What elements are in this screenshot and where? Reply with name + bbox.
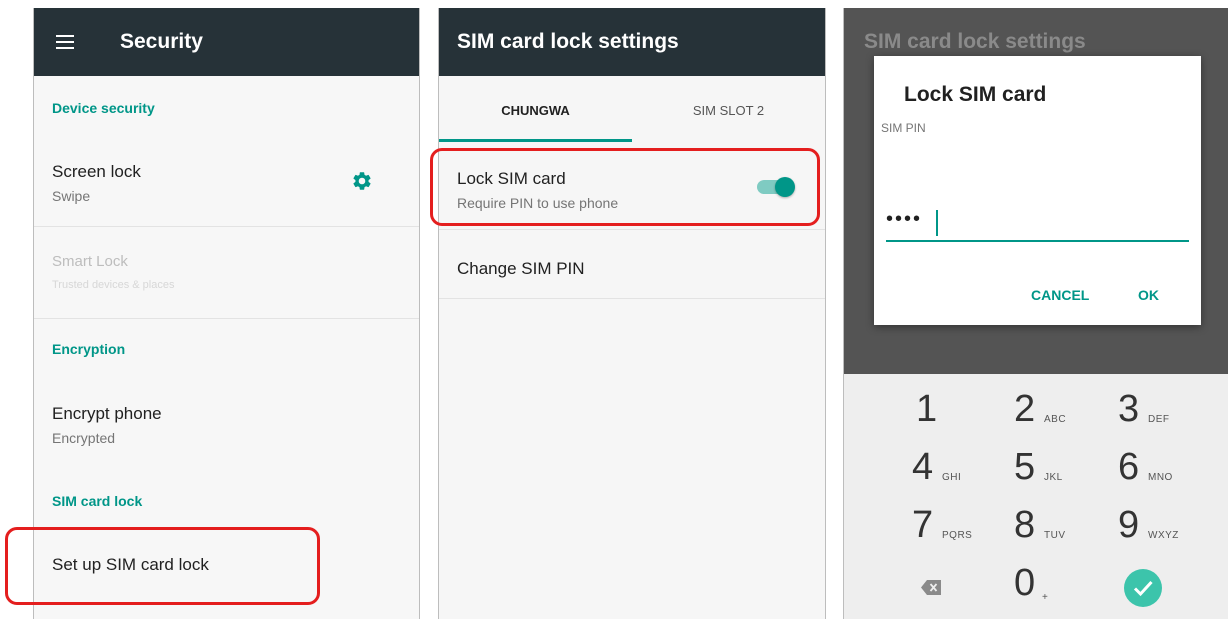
key-letters: ABC <box>1044 414 1067 425</box>
page-title: SIM card lock settings <box>457 30 679 53</box>
sim-tabs: CHUNGWA SIM SLOT 2 <box>439 76 825 142</box>
key-letters: + <box>1042 592 1049 603</box>
divider <box>34 318 419 319</box>
divider <box>439 229 825 230</box>
key-number: 5 <box>1014 446 1036 488</box>
key-0[interactable]: 0 + <box>964 562 1084 619</box>
sim-lock-settings-screen: SIM card lock settings CHUNGWA SIM SLOT … <box>438 8 826 619</box>
smart-lock-sub: Trusted devices & places <box>52 279 175 291</box>
highlight-box <box>430 148 820 226</box>
app-bar: SIM card lock settings <box>439 8 825 76</box>
change-sim-pin-item[interactable]: Change SIM PIN <box>457 259 585 279</box>
dialog-title: Lock SIM card <box>904 83 1047 106</box>
key-number: 7 <box>912 504 934 546</box>
key-letters: GHI <box>942 472 962 483</box>
section-header-encryption: Encryption <box>52 341 126 357</box>
screen-lock-value: Swipe <box>52 188 91 204</box>
divider <box>439 298 825 299</box>
key-letters: JKL <box>1044 472 1063 483</box>
key-8[interactable]: 8 TUV <box>964 504 1084 562</box>
sim-pin-label: SIM PIN <box>881 121 926 135</box>
key-letters: DEF <box>1148 414 1170 425</box>
key-number: 8 <box>1014 504 1036 546</box>
sim-pin-input[interactable]: •••• <box>886 206 1189 242</box>
lock-sim-dialog: Lock SIM card SIM PIN •••• CANCEL OK <box>874 56 1201 325</box>
key-2[interactable]: 2 ABC <box>964 388 1084 446</box>
menu-icon[interactable] <box>56 35 74 49</box>
gear-icon[interactable] <box>351 170 373 192</box>
app-bar: Security <box>34 8 419 76</box>
key-9[interactable]: 9 WXYZ <box>1084 504 1204 562</box>
divider <box>34 226 419 227</box>
check-icon <box>1124 569 1162 607</box>
pin-value: •••• <box>886 208 923 230</box>
encrypt-phone-value: Encrypted <box>52 430 116 446</box>
key-letters: TUV <box>1044 530 1066 541</box>
background-title: SIM card lock settings <box>864 30 1086 53</box>
section-header-sim-card-lock: SIM card lock <box>52 493 143 509</box>
key-letters: WXYZ <box>1148 530 1179 541</box>
encrypt-phone-title: Encrypt phone <box>52 404 162 423</box>
section-header-device-security: Device security <box>52 100 155 116</box>
lock-sim-dialog-screen: SIM card lock settings Lock SIM card SIM… <box>843 8 1228 619</box>
text-cursor <box>936 210 938 236</box>
ok-button[interactable]: OK <box>1138 287 1159 303</box>
screen-lock-title: Screen lock <box>52 162 141 181</box>
key-number: 0 <box>1014 562 1036 604</box>
page-title: Security <box>120 30 203 53</box>
key-6[interactable]: 6 MNO <box>1084 446 1204 504</box>
smart-lock-title: Smart Lock <box>52 253 128 270</box>
key-letters: MNO <box>1148 472 1173 483</box>
tab-indicator <box>439 139 632 142</box>
highlight-box <box>5 527 320 605</box>
tab-chungwa[interactable]: CHUNGWA <box>439 76 632 142</box>
numeric-keypad: 1 2 ABC 3 DEF 4 GHI 5 JKL 6 MNO 7 PQRS 8 TUV 9W… <box>844 374 1228 619</box>
key-number: 4 <box>912 446 934 488</box>
key-3[interactable]: 3 DEF <box>1084 388 1204 446</box>
backspace-icon <box>921 580 941 595</box>
key-number: 2 <box>1014 388 1036 430</box>
key-number: 9 <box>1118 504 1140 546</box>
key-number: 3 <box>1118 388 1140 430</box>
input-underline <box>886 240 1189 242</box>
tab-sim-slot-2[interactable]: SIM SLOT 2 <box>632 76 825 142</box>
cancel-button[interactable]: CANCEL <box>1031 287 1089 303</box>
done-key[interactable] <box>1084 562 1204 619</box>
key-number: 1 <box>916 388 938 430</box>
key-number: 6 <box>1118 446 1140 488</box>
key-5[interactable]: 5 JKL <box>964 446 1084 504</box>
